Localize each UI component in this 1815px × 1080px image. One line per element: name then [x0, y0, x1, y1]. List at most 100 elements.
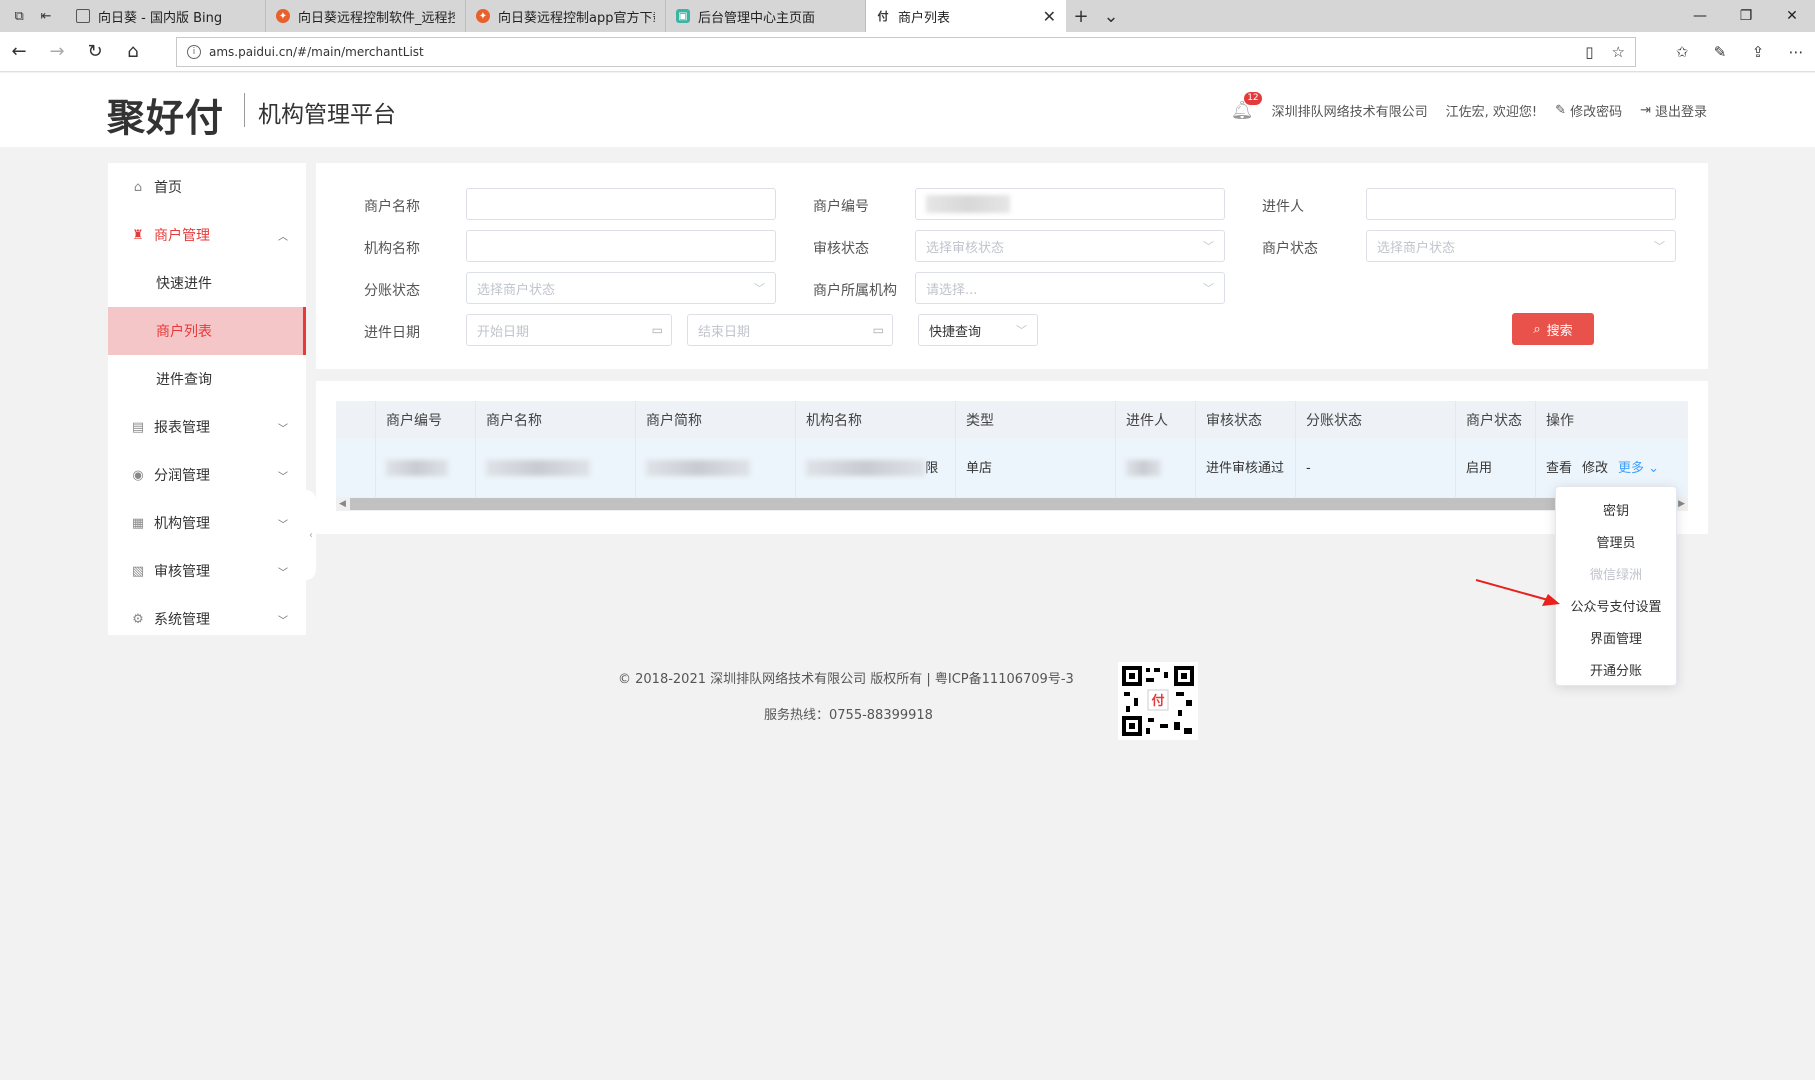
column-header: 操作 [1546, 413, 1574, 429]
sidebar-collapse-handle[interactable]: ‹ [306, 490, 316, 580]
more-icon[interactable]: ⋯ [1777, 43, 1815, 61]
back-icon[interactable]: ← [0, 32, 38, 72]
column-header[interactable]: 进件人 [1116, 401, 1196, 439]
quick-query-label: 快捷查询 [929, 324, 982, 340]
merchant-no-label: 商户编号 [813, 199, 869, 215]
menu-item-enable-split[interactable]: 开通分账 [1556, 653, 1676, 685]
blurred-value [646, 460, 751, 476]
sidebar-subitem-quick-entry[interactable]: 快速进件 [108, 259, 306, 307]
settings-icon: ⚙ [132, 611, 144, 627]
logo-divider [244, 93, 245, 127]
end-date-input[interactable]: 结束日期 ▭ [687, 314, 893, 346]
table-row[interactable]: 限 单店 进件审核通过 - 启用 查看 修改 更多 ⌄ [336, 439, 1688, 497]
change-password-label: 修改密码 [1570, 104, 1623, 120]
star-icon[interactable]: ☆ [1612, 43, 1625, 61]
home-icon[interactable]: ⌂ [114, 32, 152, 72]
page-icon [76, 9, 90, 23]
sidebar-item-profit-management[interactable]: ◉ 分润管理 ﹀ [108, 451, 306, 499]
column-header[interactable]: 商户编号 [376, 401, 476, 439]
menu-item-ui-management[interactable]: 界面管理 [1556, 621, 1676, 653]
browser-tab-5-active[interactable]: 付 商户列表 ✕ [866, 0, 1066, 32]
pen-icon[interactable]: ✎ [1701, 43, 1739, 61]
merchant-org-select[interactable]: 请选择... ﹀ [915, 272, 1225, 304]
merchant-name-label: 商户名称 [364, 199, 420, 215]
favorites-icon[interactable]: ✩ [1663, 43, 1701, 61]
change-password-link[interactable]: ✎ 修改密码 [1555, 101, 1622, 120]
sidebar-item-org-management[interactable]: ▦ 机构管理 ﹀ [108, 499, 306, 547]
scrollbar-thumb[interactable] [350, 498, 1570, 510]
merchant-name-cell [476, 439, 636, 497]
merchant-icon: ♜ [132, 227, 144, 243]
url-text: ams.paidui.cn/#/main/merchantList [209, 45, 424, 59]
sidebar-item-system-management[interactable]: ⚙ 系统管理 ﹀ [108, 595, 306, 643]
sidebar-subitem-merchant-list[interactable]: 商户列表 [108, 307, 306, 355]
bell-icon[interactable]: 🔔︎ 12 [1231, 91, 1262, 121]
entrant-input[interactable] [1366, 188, 1676, 220]
column-header[interactable]: 商户状态 [1456, 401, 1536, 439]
sidebar-item-audit-management[interactable]: ▧ 审核管理 ﹀ [108, 547, 306, 595]
merchant-status-cell: 启用 [1456, 439, 1536, 497]
browser-tab-2[interactable]: ✦ 向日葵远程控制软件_远程控 [266, 0, 466, 32]
refresh-icon[interactable]: ↻ [76, 32, 114, 72]
audit-status-select[interactable]: 选择审核状态 ﹀ [915, 230, 1225, 262]
column-header[interactable]: 分账状态 [1296, 401, 1456, 439]
reading-view-icon[interactable]: ▯ [1585, 43, 1593, 61]
browser-tab-4[interactable]: ▣ 后台管理中心主页面 [666, 0, 866, 32]
merchant-status-select[interactable]: 选择商户状态 ﹀ [1366, 230, 1676, 262]
column-header[interactable]: 类型 [956, 401, 1116, 439]
edit-button[interactable]: 修改 [1582, 459, 1608, 478]
start-date-input[interactable]: 开始日期 ▭ [466, 314, 672, 346]
app-header: 聚好付 机构管理平台 🔔︎ 12 深圳排队网络技术有限公司 江佐宏, 欢迎您! ✎… [0, 73, 1815, 147]
browser-tab-3[interactable]: ✦ 向日葵远程控制app官方下载 [466, 0, 666, 32]
audit-status-label: 审核状态 [813, 241, 869, 257]
merchant-no-input[interactable] [915, 188, 1225, 220]
org-name-input[interactable] [466, 230, 776, 262]
column-header[interactable]: 审核状态 [1196, 401, 1296, 439]
restore-icon[interactable]: ❐ [1723, 0, 1769, 32]
sidebar-item-report-management[interactable]: ▤ 报表管理 ﹀ [108, 403, 306, 451]
browser-tab-1[interactable]: 向日葵 - 国内版 Bing [66, 0, 266, 32]
set-aside-tabs-icon[interactable]: ⇤ [41, 9, 52, 24]
scroll-left-icon[interactable]: ◀ [339, 499, 346, 509]
quick-query-select[interactable]: 快捷查询 ﹀ [918, 314, 1038, 346]
info-icon[interactable]: i [187, 45, 201, 59]
sidebar-item-label: 机构管理 [154, 516, 210, 532]
scroll-right-icon[interactable]: ▶ [1678, 499, 1685, 509]
horizontal-scrollbar[interactable]: ◀ ▶ [336, 497, 1688, 511]
more-dropdown-trigger[interactable]: 更多 ⌄ [1618, 459, 1659, 478]
sidebar-subitem-entry-query[interactable]: 进件查询 [108, 355, 306, 403]
minimize-icon[interactable]: — [1677, 0, 1723, 32]
column-header[interactable]: 商户简称 [636, 401, 796, 439]
view-button[interactable]: 查看 [1546, 459, 1572, 478]
column-header[interactable]: 机构名称 [796, 401, 956, 439]
logout-link[interactable]: ⇥ 退出登录 [1640, 101, 1707, 120]
share-icon[interactable]: ⇪ [1739, 43, 1777, 61]
chevron-down-icon[interactable]: ⌄ [1096, 0, 1126, 32]
sidebar-item-merchant-management[interactable]: ♜ 商户管理 ︿ [108, 211, 306, 259]
search-button-label: 搜索 [1546, 323, 1573, 339]
column-header[interactable]: 商户名称 [476, 401, 636, 439]
annotation-arrow-icon [1476, 579, 1560, 606]
window-close-icon[interactable]: ✕ [1769, 0, 1815, 32]
menu-item-secret-key[interactable]: 密钥 [1556, 493, 1676, 525]
table-header: 商户编号 商户名称 商户简称 机构名称 类型 进件人 审核状态 分账状态 商户状… [336, 401, 1688, 439]
merchant-name-input[interactable] [466, 188, 776, 220]
qr-code-icon: 付 [1122, 666, 1194, 736]
sidebar-item-home[interactable]: ⌂ 首页 [108, 163, 306, 211]
close-icon[interactable]: ✕ [1043, 7, 1056, 26]
merchant-status-placeholder: 选择商户状态 [1377, 240, 1456, 256]
browser-tab-bar: ⧉ ⇤ 向日葵 - 国内版 Bing ✦ 向日葵远程控制软件_远程控 ✦ 向日葵… [0, 0, 1815, 32]
logo[interactable]: 聚好付 [107, 87, 224, 142]
tab-manager-icon[interactable]: ⧉ [14, 9, 23, 24]
url-field[interactable]: i ams.paidui.cn/#/main/merchantList ▯ ☆ [176, 37, 1636, 67]
new-tab-icon[interactable]: + [1066, 0, 1096, 32]
building-icon: ▦ [131, 515, 145, 531]
search-button[interactable]: ⌕ 搜索 [1512, 313, 1594, 345]
split-status-select[interactable]: 选择商户状态 ﹀ [466, 272, 776, 304]
forward-icon[interactable]: → [38, 32, 76, 72]
menu-item-administrator[interactable]: 管理员 [1556, 525, 1676, 557]
sidebar-item-label: 商户管理 [154, 228, 210, 244]
footer-hotline: 服务热线：0755-88399918 [764, 708, 933, 723]
menu-item-official-account-payment[interactable]: 公众号支付设置 [1556, 589, 1676, 621]
tab-title: 向日葵远程控制app官方下载 [498, 10, 655, 26]
